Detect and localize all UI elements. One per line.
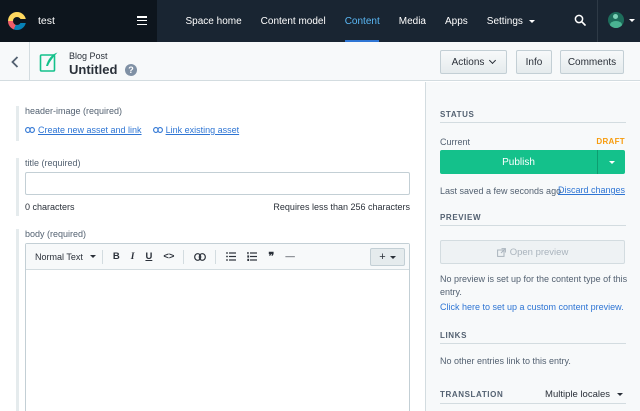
last-saved-text: Last saved a few seconds ago <box>440 186 562 196</box>
field-label: title (required) <box>25 158 81 168</box>
chevron-left-icon <box>10 55 18 68</box>
current-status-label: Current <box>440 137 471 147</box>
field-title: title (required) 0 characters Requires l… <box>16 158 410 216</box>
section-divider <box>440 122 626 123</box>
embed-button[interactable]: + <box>370 248 405 266</box>
translation-heading: TRANSLATION <box>440 390 504 399</box>
nav-space-home[interactable]: Space home <box>176 0 251 42</box>
page-title: Untitled <box>69 62 118 77</box>
toolbar-divider <box>101 249 103 264</box>
top-navigation: test Space home Content model Content Me… <box>0 0 640 42</box>
status-badge: DRAFT <box>596 137 625 146</box>
link-icon <box>152 127 163 133</box>
discard-changes-link[interactable]: Discard changes <box>558 185 625 195</box>
locale-select[interactable]: Multiple locales <box>545 389 623 400</box>
section-divider <box>440 225 626 226</box>
open-preview-label: Open preview <box>509 246 569 258</box>
publish-button-group: Publish <box>440 150 625 174</box>
locale-select-value: Multiple locales <box>545 389 610 400</box>
create-asset-label: Create new asset and link <box>38 125 142 135</box>
quill-icon <box>39 52 58 72</box>
entry-sidebar: STATUS Current DRAFT Publish Last saved … <box>425 82 640 411</box>
content-type-name: Blog Post <box>69 51 108 61</box>
avatar <box>608 12 624 28</box>
horizontal-rule-icon[interactable]: — <box>285 251 295 262</box>
chevron-down-icon <box>617 393 623 396</box>
nav-content[interactable]: Content <box>335 0 389 42</box>
numbered-list-icon[interactable] <box>247 252 258 261</box>
account-menu[interactable] <box>608 12 635 28</box>
heading-dropdown-label: Normal Text <box>35 251 83 262</box>
field-header-image: header-image (required) Create new asset… <box>16 106 410 141</box>
link-existing-label: Link existing asset <box>165 125 240 135</box>
nav-apps[interactable]: Apps <box>435 0 477 42</box>
underline-icon[interactable]: U <box>145 251 152 262</box>
space-name: test <box>38 15 55 27</box>
entry-header: Blog Post Untitled ? Actions Info Commen… <box>0 42 640 81</box>
space-switcher[interactable]: test <box>0 0 157 42</box>
link-icon <box>25 127 35 133</box>
actions-button[interactable]: Actions <box>440 50 507 74</box>
actions-button-label: Actions <box>451 56 485 68</box>
chevron-down-icon <box>89 255 96 258</box>
field-label: body (required) <box>25 229 87 239</box>
back-button[interactable] <box>0 42 30 81</box>
info-button[interactable]: Info <box>516 50 552 74</box>
chevron-down-icon <box>489 56 497 65</box>
chevron-down-icon <box>389 255 396 259</box>
menu-icon[interactable] <box>137 16 147 26</box>
toolbar-divider <box>183 249 185 264</box>
external-link-icon <box>496 247 506 257</box>
italic-icon[interactable]: I <box>131 252 135 262</box>
nav-content-model[interactable]: Content model <box>251 0 335 42</box>
nav-divider <box>597 0 598 42</box>
status-heading: STATUS <box>440 110 475 119</box>
search-icon[interactable] <box>574 14 586 26</box>
create-asset-link[interactable]: Create new asset and link <box>25 125 142 135</box>
rich-text-toolbar: Normal Text B I U <> ❞ — + <box>26 244 409 270</box>
contentful-logo-icon <box>8 12 27 30</box>
open-preview-button[interactable]: Open preview <box>440 240 625 264</box>
field-label: header-image (required) <box>25 106 123 116</box>
plus-icon: + <box>379 251 386 263</box>
comments-button[interactable]: Comments <box>560 50 624 74</box>
code-icon[interactable]: <> <box>163 251 174 262</box>
chevron-down-icon <box>608 160 615 164</box>
nav-media[interactable]: Media <box>389 0 435 42</box>
toolbar-divider <box>215 249 217 264</box>
field-body: body (required) Normal Text B I U <> ❞ —… <box>16 229 410 411</box>
setup-preview-link[interactable]: Click here to set up a custom content pr… <box>440 302 624 312</box>
nav-settings[interactable]: Settings <box>477 0 544 42</box>
links-heading: LINKS <box>440 331 467 340</box>
rich-text-editor[interactable]: Normal Text B I U <> ❞ — + <box>25 243 410 411</box>
title-input[interactable] <box>25 172 410 195</box>
links-note: No other entries link to this entry. <box>440 356 571 366</box>
bulleted-list-icon[interactable] <box>226 252 237 261</box>
section-divider <box>440 343 626 344</box>
chevron-down-icon <box>629 18 635 22</box>
preview-note: No preview is set up for the content typ… <box>440 274 628 297</box>
character-count: 0 characters <box>25 202 75 212</box>
publish-options-button[interactable] <box>597 150 625 174</box>
publish-button[interactable]: Publish <box>440 150 597 174</box>
character-limit: Requires less than 256 characters <box>273 202 410 212</box>
nav-settings-label: Settings <box>486 15 523 27</box>
preview-heading: PREVIEW <box>440 213 482 222</box>
link-existing-asset-link[interactable]: Link existing asset <box>152 125 240 135</box>
section-divider <box>440 403 626 404</box>
chevron-down-icon <box>528 19 535 23</box>
bold-icon[interactable]: B <box>113 251 120 262</box>
hyperlink-icon[interactable] <box>194 252 207 261</box>
entry-editor: header-image (required) Create new asset… <box>0 82 425 411</box>
quote-icon[interactable]: ❞ <box>268 250 274 263</box>
help-icon[interactable]: ? <box>125 64 137 76</box>
heading-dropdown[interactable]: Normal Text <box>35 252 96 262</box>
